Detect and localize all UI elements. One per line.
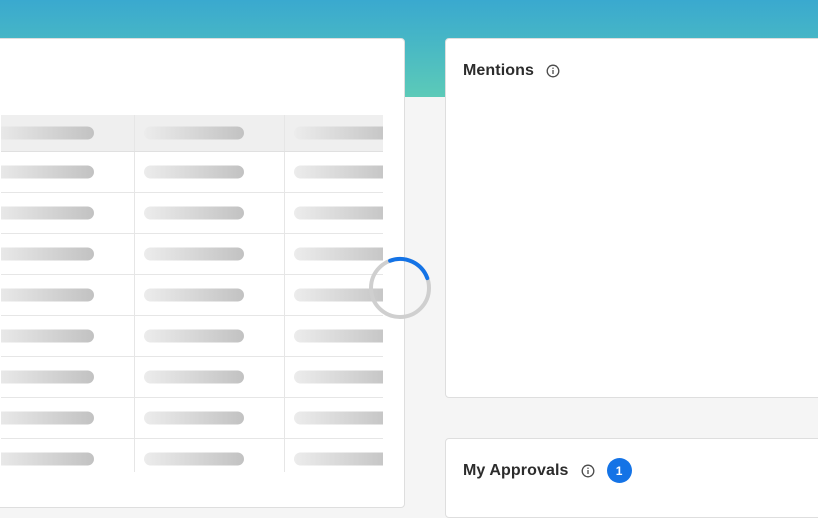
loading-table-card [0, 38, 405, 508]
skeleton-table-row [1, 439, 383, 472]
skeleton-placeholder-bar [1, 206, 94, 220]
skeleton-cell [135, 275, 285, 315]
skeleton-placeholder-bar [1, 126, 94, 140]
skeleton-placeholder-bar [1, 288, 94, 302]
skeleton-placeholder-bar [1, 165, 94, 179]
skeleton-placeholder-bar [1, 452, 94, 466]
skeleton-table-header-row [1, 115, 383, 152]
skeleton-placeholder-bar [144, 165, 244, 179]
my-approvals-card: My Approvals 1 [445, 438, 818, 518]
mentions-header: Mentions [463, 62, 560, 80]
skeleton-placeholder-bar [144, 247, 244, 261]
skeleton-cell [1, 152, 135, 192]
skeleton-table-row [1, 316, 383, 357]
skeleton-cell [1, 275, 135, 315]
skeleton-cell [135, 115, 285, 151]
mentions-title: Mentions [463, 62, 535, 79]
my-approvals-title: My Approvals [463, 461, 569, 479]
skeleton-cell [1, 439, 135, 472]
skeleton-cell [285, 193, 383, 233]
skeleton-placeholder-bar [144, 411, 244, 425]
skeleton-cell [135, 316, 285, 356]
skeleton-placeholder-bar [294, 411, 383, 425]
skeleton-cell [1, 357, 135, 397]
skeleton-table-row [1, 275, 383, 316]
skeleton-table [1, 115, 383, 472]
skeleton-placeholder-bar [1, 247, 94, 261]
skeleton-table-row [1, 398, 383, 439]
skeleton-placeholder-bar [294, 206, 383, 220]
skeleton-placeholder-bar [294, 370, 383, 384]
info-icon[interactable] [546, 64, 560, 78]
skeleton-cell [285, 115, 383, 151]
skeleton-cell [1, 193, 135, 233]
mentions-card: Mentions [445, 38, 818, 398]
skeleton-cell [1, 398, 135, 438]
skeleton-table-row [1, 357, 383, 398]
skeleton-cell [135, 357, 285, 397]
skeleton-placeholder-bar [294, 329, 383, 343]
skeleton-placeholder-bar [144, 288, 244, 302]
skeleton-placeholder-bar [1, 329, 94, 343]
skeleton-placeholder-bar [1, 370, 94, 384]
skeleton-cell [285, 439, 383, 472]
skeleton-cell [1, 234, 135, 274]
skeleton-cell [285, 152, 383, 192]
skeleton-placeholder-bar [294, 126, 383, 140]
loading-spinner-icon [368, 256, 432, 320]
skeleton-placeholder-bar [144, 126, 244, 140]
skeleton-cell [285, 398, 383, 438]
skeleton-cell [135, 152, 285, 192]
skeleton-cell [135, 439, 285, 472]
skeleton-table-row [1, 193, 383, 234]
skeleton-cell [135, 193, 285, 233]
skeleton-placeholder-bar [144, 370, 244, 384]
info-icon[interactable] [581, 464, 595, 478]
skeleton-placeholder-bar [144, 452, 244, 466]
approvals-count-badge: 1 [606, 458, 632, 483]
skeleton-placeholder-bar [144, 329, 244, 343]
skeleton-cell [285, 316, 383, 356]
skeleton-placeholder-bar [1, 411, 94, 425]
my-approvals-header: My Approvals 1 [463, 458, 632, 483]
skeleton-table-row [1, 152, 383, 193]
skeleton-cell [1, 316, 135, 356]
skeleton-table-row [1, 234, 383, 275]
skeleton-placeholder-bar [294, 165, 383, 179]
skeleton-placeholder-bar [294, 452, 383, 466]
skeleton-cell [1, 115, 135, 151]
skeleton-cell [135, 234, 285, 274]
skeleton-placeholder-bar [144, 206, 244, 220]
skeleton-cell [285, 357, 383, 397]
skeleton-cell [135, 398, 285, 438]
